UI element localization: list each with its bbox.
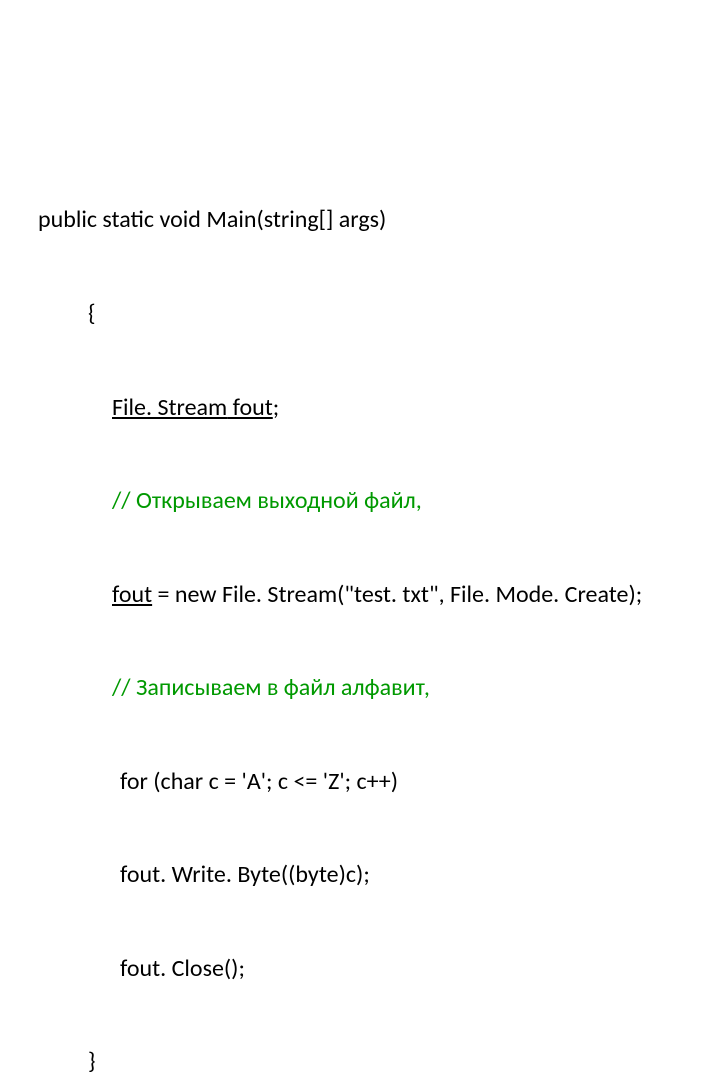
code-line-4: // Открываем выходной файл, <box>38 485 642 516</box>
code-line-5: fout = new File. Stream("test. txt", Fil… <box>38 579 642 610</box>
code-text: } <box>88 1047 96 1076</box>
code-text: File. Stream <box>112 393 227 422</box>
code-line-7: for (char c = 'A'; c <= 'Z'; c++) <box>38 766 642 797</box>
code-text: fout <box>112 580 152 609</box>
code-comment: // Записываем в файл алфавит, <box>112 673 430 702</box>
code-text: ; <box>273 393 279 422</box>
code-line-9: fout. Close(); <box>38 953 642 984</box>
code-text: fout. Close(); <box>120 954 245 983</box>
code-line-2: { <box>38 298 642 329</box>
code-text: public static void Main(string[] args) <box>38 205 386 234</box>
code-text: for (char c = 'A'; c <= 'Z'; c++) <box>120 767 398 796</box>
code-text: = new File. Stream("test. txt", File. Mo… <box>152 580 642 609</box>
code-text: fout <box>227 393 273 422</box>
code-comment: // Открываем выходной файл, <box>112 486 422 515</box>
code-line-6: // Записываем в файл алфавит, <box>38 672 642 703</box>
code-line-8: fout. Write. Byte((byte)c); <box>38 859 642 890</box>
code-line-1: public static void Main(string[] args) <box>38 204 642 235</box>
code-text: fout. Write. Byte((byte)c); <box>120 860 370 889</box>
code-line-10: } <box>38 1046 642 1077</box>
code-line-3: File. Stream fout; <box>38 392 642 423</box>
code-text: { <box>88 299 96 328</box>
code-snippet: public static void Main(string[] args) {… <box>38 142 642 1080</box>
